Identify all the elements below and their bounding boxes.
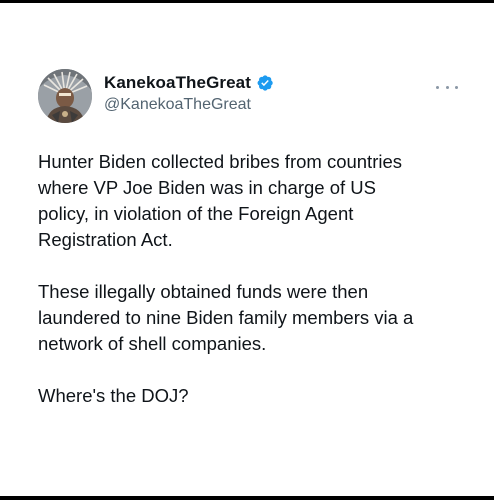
profile-avatar[interactable] bbox=[38, 69, 92, 123]
text-line: These illegally obtained funds were then bbox=[38, 281, 369, 302]
text-line: laundered to nine Biden family members v… bbox=[38, 307, 414, 328]
more-dot bbox=[455, 85, 458, 89]
more-dot bbox=[445, 85, 449, 89]
author-handle[interactable]: @KanekoaTheGreat bbox=[104, 96, 274, 114]
tweet-paragraph: These illegally obtained funds were then… bbox=[38, 279, 468, 357]
avatar-image bbox=[38, 69, 92, 123]
text-line: Registration Act. bbox=[38, 229, 173, 250]
text-line: network of shell companies. bbox=[38, 333, 267, 354]
author-display-name[interactable]: KanekoaTheGreat bbox=[104, 73, 251, 93]
text-line: where VP Joe Biden was in charge of US bbox=[38, 177, 376, 198]
more-dots-icon[interactable] bbox=[436, 82, 458, 92]
more-dot bbox=[436, 85, 439, 89]
tweet-text: Hunter Biden collected bribes from count… bbox=[38, 149, 468, 409]
author-name-row: KanekoaTheGreat bbox=[104, 72, 274, 94]
text-line: Where's the DOJ? bbox=[38, 385, 189, 406]
bottom-border bbox=[0, 496, 494, 500]
tweet-card: KanekoaTheGreat @KanekoaTheGreat Hunter … bbox=[0, 0, 494, 500]
verified-badge-icon bbox=[256, 74, 274, 92]
tweet-paragraph: Hunter Biden collected bribes from count… bbox=[38, 149, 468, 253]
author-block: KanekoaTheGreat @KanekoaTheGreat bbox=[104, 72, 274, 114]
text-line: Hunter Biden collected bribes from count… bbox=[38, 151, 403, 172]
text-line: policy, in violation of the Foreign Agen… bbox=[38, 203, 354, 224]
tweet-paragraph: Where's the DOJ? bbox=[38, 383, 468, 409]
